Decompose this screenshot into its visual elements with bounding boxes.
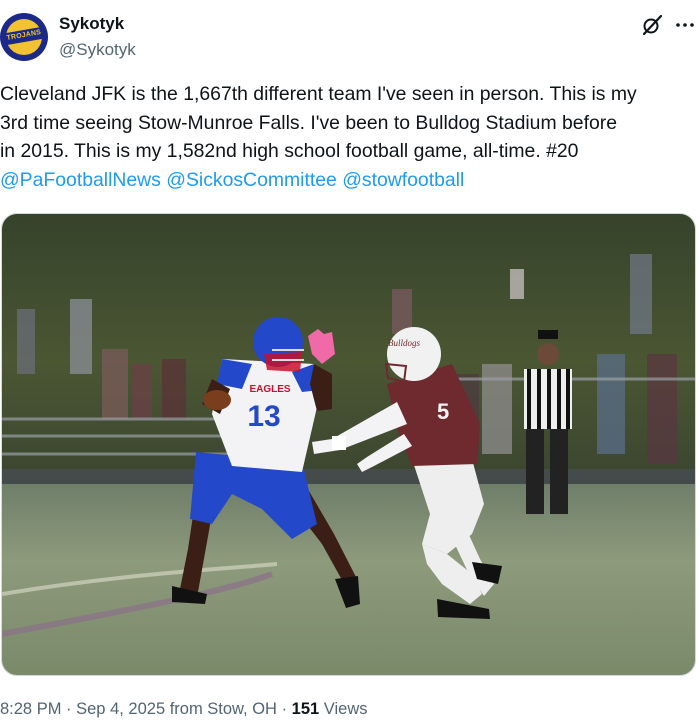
tweet-text-line: 3rd time seeing Stow-Munroe Falls. I've … <box>0 111 617 134</box>
helmet-wordmark: Bulldogs <box>388 338 420 348</box>
views-count: 151 <box>291 700 320 718</box>
tweet-time[interactable]: 8:28 PM <box>0 700 61 718</box>
more-options-icon[interactable] <box>674 14 696 36</box>
tweet-photo[interactable]: EAGLES 13 5 Bulldogs <box>1 213 696 676</box>
tweet-text-line: Cleveland JFK is the 1,667th different t… <box>0 83 637 105</box>
tweet-text: Cleveland JFK is the 1,667th different t… <box>0 80 700 194</box>
football <box>203 390 231 410</box>
user-handle[interactable]: @Sykotyk <box>59 40 136 60</box>
mention-link[interactable]: @SickosCommittee <box>166 169 337 191</box>
separator-dot: · <box>61 700 77 718</box>
jersey-wordmark: EAGLES <box>249 384 290 395</box>
tweet-metadata: 8:28 PM · Sep 4, 2025 from Stow, OH · 15… <box>0 700 368 719</box>
mention-link[interactable]: @stowfootball <box>342 169 464 191</box>
mention-link[interactable]: @PaFootballNews <box>0 169 161 191</box>
jersey-number: 13 <box>247 400 280 433</box>
tweet-text-line: in 2015. This is my 1,582nd high school … <box>0 140 579 162</box>
display-name[interactable]: Sykotyk <box>59 14 124 34</box>
bulldogs-helmet <box>387 327 441 381</box>
grok-icon[interactable] <box>641 14 663 36</box>
svg-text:5: 5 <box>437 399 449 424</box>
tweet-date-location[interactable]: Sep 4, 2025 from Stow, OH <box>76 700 277 718</box>
separator-dot: · <box>276 700 292 718</box>
football-photo: EAGLES 13 5 Bulldogs <box>2 214 695 675</box>
views-label: Views <box>319 700 368 718</box>
avatar[interactable]: TROJANS <box>0 13 48 61</box>
